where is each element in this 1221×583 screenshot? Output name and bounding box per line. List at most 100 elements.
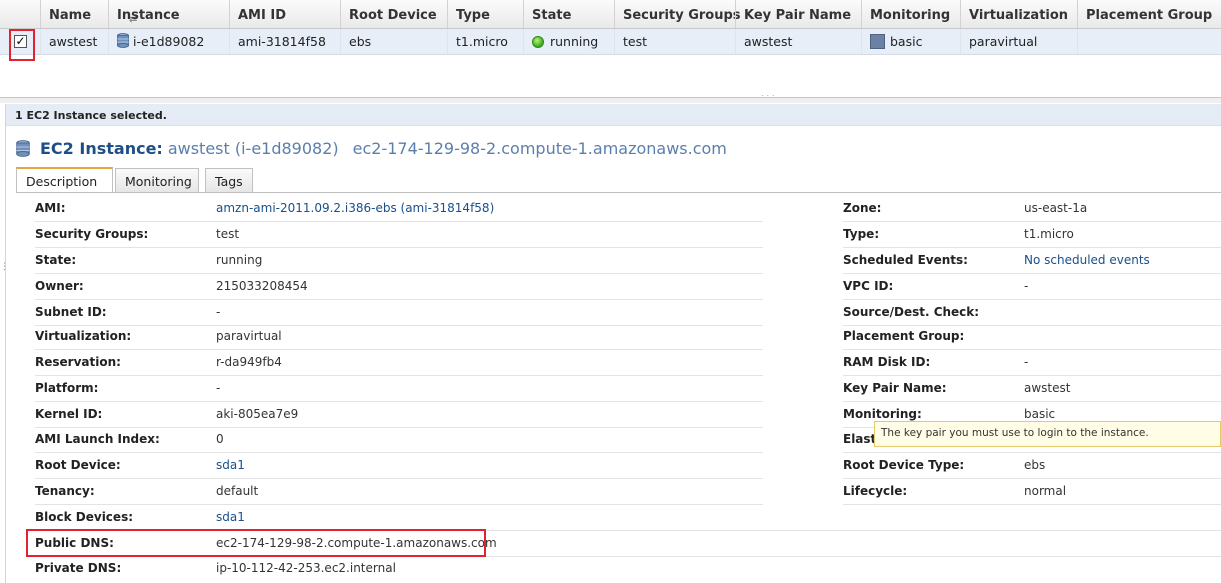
- cell-virtualization: paravirtual: [960, 29, 1077, 54]
- field-zone: Zone: us-east-1a: [843, 196, 1221, 222]
- field-scheduled-events: Scheduled Events: No scheduled events: [843, 248, 1221, 274]
- cell-instance: i-e1d89082: [108, 29, 229, 54]
- tab-tags[interactable]: Tags: [205, 168, 253, 192]
- field-label: Scheduled Events:: [843, 253, 968, 267]
- field-value: -: [1024, 279, 1029, 293]
- cell-placement-group: [1077, 29, 1221, 54]
- field-label: Kernel ID:: [35, 407, 103, 421]
- description-tab-body: AMI: amzn-ami-2011.09.2.i386-ebs (ami-31…: [6, 193, 1221, 583]
- column-header-placement-group[interactable]: Placement Group: [1077, 0, 1221, 28]
- cell-monitoring: basic: [861, 29, 960, 54]
- monitoring-icon: [870, 34, 885, 49]
- cell-key-pair-name: awstest: [735, 29, 861, 54]
- root-device-link[interactable]: sda1: [216, 453, 245, 478]
- cell-security-groups: test: [614, 29, 735, 54]
- field-value: r-da949fb4: [216, 355, 282, 369]
- field-value: -: [216, 305, 221, 319]
- tab-description[interactable]: Description: [16, 167, 113, 193]
- field-value: test: [216, 227, 240, 241]
- field-owner: Owner: 215033208454: [35, 274, 763, 300]
- column-header-type[interactable]: Type: [447, 0, 523, 28]
- field-kernel-id: Kernel ID: aki-805ea7e9: [35, 402, 763, 428]
- block-devices-link[interactable]: sda1: [216, 505, 245, 530]
- field-virtualization: Virtualization: paravirtual: [35, 324, 763, 350]
- column-header-key-pair-name[interactable]: Key Pair Name: [735, 0, 861, 28]
- column-header-name[interactable]: Name ⇄: [40, 0, 137, 28]
- tab-monitoring[interactable]: Monitoring: [115, 168, 199, 192]
- instance-icon: [117, 33, 129, 48]
- field-source-dest-check: Source/Dest. Check:: [843, 300, 1221, 326]
- table-row[interactable]: ✓ awstest i-e1d89082 ami-31814f58 ebs t1…: [0, 29, 1221, 55]
- page-title: EC2 Instance: awstest (i-e1d89082) ec2-174…: [16, 138, 727, 160]
- column-header-state[interactable]: State: [523, 0, 614, 28]
- column-header-virtualization[interactable]: Virtualization: [960, 0, 1077, 28]
- field-value: t1.micro: [1024, 227, 1074, 241]
- field-label: VPC ID:: [843, 279, 894, 293]
- field-root-device: Root Device: sda1: [35, 453, 763, 479]
- checkbox-highlight: [9, 29, 35, 61]
- column-header-ami-id[interactable]: AMI ID: [229, 0, 340, 28]
- field-state: State: running: [35, 248, 763, 274]
- field-value: aki-805ea7e9: [216, 407, 299, 421]
- selection-status: 1 EC2 Instance selected.: [6, 104, 1221, 126]
- field-block-devices: Block Devices: sda1: [35, 505, 1221, 531]
- field-value: normal: [1024, 484, 1067, 498]
- title-prefix: EC2 Instance:: [40, 139, 163, 158]
- cell-name: awstest: [40, 29, 108, 54]
- field-value: paravirtual: [216, 329, 282, 343]
- field-label: Source/Dest. Check:: [843, 305, 980, 319]
- column-header-monitoring[interactable]: Monitoring: [861, 0, 960, 28]
- public-dns-highlight: [26, 529, 486, 557]
- field-label: Type:: [843, 227, 880, 241]
- field-lifecycle: Lifecycle: normal: [843, 479, 1221, 505]
- field-label: Block Devices:: [35, 510, 134, 524]
- field-label: Platform:: [35, 381, 99, 395]
- field-ram-disk-id: RAM Disk ID: -: [843, 350, 1221, 376]
- field-label: Tenancy:: [35, 484, 95, 498]
- grid-header: Name ⇄ Instance AMI ID Root Device Type …: [0, 0, 1221, 29]
- field-private-dns: Private DNS: ip-10-112-42-253.ec2.intern…: [35, 556, 1221, 582]
- field-value: -: [1024, 355, 1029, 369]
- field-platform: Platform: -: [35, 376, 763, 402]
- title-instance-name: awstest (i-e1d89082): [167, 139, 339, 158]
- field-label: Virtualization:: [35, 329, 132, 343]
- running-status-icon: [532, 36, 544, 48]
- field-ami: AMI: amzn-ami-2011.09.2.i386-ebs (ami-31…: [35, 196, 763, 222]
- field-label: AMI Launch Index:: [35, 432, 160, 446]
- field-key-pair-name: Key Pair Name: awstest: [843, 376, 1221, 402]
- field-vpc-id: VPC ID: -: [843, 274, 1221, 300]
- scheduled-events-link[interactable]: No scheduled events: [1024, 248, 1150, 273]
- field-value: us-east-1a: [1024, 201, 1088, 215]
- field-tenancy: Tenancy: default: [35, 479, 763, 505]
- cell-ami-id: ami-31814f58: [229, 29, 340, 54]
- column-header-select[interactable]: [0, 0, 40, 28]
- field-value: 0: [216, 432, 224, 446]
- field-label: Placement Group:: [843, 329, 965, 343]
- field-value: ebs: [1024, 458, 1046, 472]
- cell-state: running: [523, 29, 614, 54]
- field-subnet-id: Subnet ID: -: [35, 300, 763, 326]
- field-label: Subnet ID:: [35, 305, 107, 319]
- panel-splitter[interactable]: ˙˙˙: [0, 95, 1221, 105]
- ami-link[interactable]: amzn-ami-2011.09.2.i386-ebs (ami-31814f5…: [216, 196, 494, 221]
- cell-root-device: ebs: [340, 29, 447, 54]
- field-label: Reservation:: [35, 355, 121, 369]
- field-label: Root Device:: [35, 458, 121, 472]
- field-value: ip-10-112-42-253.ec2.internal: [216, 561, 396, 575]
- key-pair-tooltip: The key pair you must use to login to th…: [874, 421, 1221, 447]
- instances-grid: Name ⇄ Instance AMI ID Root Device Type …: [0, 0, 1221, 98]
- field-label: Security Groups:: [35, 227, 149, 241]
- column-header-instance[interactable]: Instance: [108, 0, 229, 28]
- column-header-security-groups[interactable]: Security Groups: [614, 0, 741, 28]
- field-type: Type: t1.micro: [843, 222, 1221, 248]
- field-root-device-type: Root Device Type: ebs: [843, 453, 1221, 479]
- field-reservation: Reservation: r-da949fb4: [35, 350, 763, 376]
- cell-type: t1.micro: [447, 29, 523, 54]
- field-label: Owner:: [35, 279, 84, 293]
- field-label: Zone:: [843, 201, 882, 215]
- field-value: 215033208454: [216, 279, 308, 293]
- column-header-root-device[interactable]: Root Device: [340, 0, 447, 28]
- field-label: Key Pair Name:: [843, 381, 947, 395]
- field-label: Private DNS:: [35, 561, 122, 575]
- field-security-groups: Security Groups: test: [35, 222, 763, 248]
